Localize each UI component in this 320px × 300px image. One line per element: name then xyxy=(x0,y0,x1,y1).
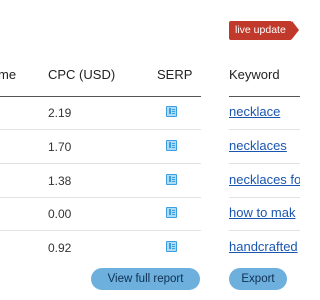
row-divider xyxy=(229,129,300,130)
row-divider xyxy=(0,197,201,198)
cpc-value: 0.00 xyxy=(48,207,72,221)
cpc-value: 1.70 xyxy=(48,140,72,154)
live-update-badge: live update xyxy=(229,21,299,40)
header-serp: SERP xyxy=(157,67,193,82)
keyword-link[interactable]: necklaces fo xyxy=(229,172,300,187)
row-divider xyxy=(229,163,300,164)
row-divider xyxy=(0,163,201,164)
header-keyword: Keyword xyxy=(229,67,280,82)
cpc-value: 2.19 xyxy=(48,106,72,120)
serp-icon[interactable] xyxy=(166,174,177,185)
serp-icon[interactable] xyxy=(166,207,177,218)
keyword-link[interactable]: handcrafted xyxy=(229,239,300,254)
serp-icon[interactable] xyxy=(166,140,177,151)
header-volume: me xyxy=(0,67,17,82)
keyword-link[interactable]: necklaces xyxy=(229,138,300,153)
export-button[interactable]: Export xyxy=(229,268,287,290)
cpc-value: 1.38 xyxy=(48,174,72,188)
serp-icon[interactable] xyxy=(166,106,177,117)
keyword-link[interactable]: how to mak xyxy=(229,205,300,220)
row-divider xyxy=(229,197,300,198)
keyword-widget: live update me CPC (USD) SERP Keyword 2.… xyxy=(0,0,300,300)
view-full-report-button[interactable]: View full report xyxy=(91,268,200,290)
header-divider-right xyxy=(229,96,300,97)
cpc-value: 0.92 xyxy=(48,241,72,255)
keyword-link[interactable]: necklace xyxy=(229,104,300,119)
header-cpc: CPC (USD) xyxy=(48,67,116,82)
row-divider xyxy=(0,230,201,231)
row-divider xyxy=(0,129,201,130)
header-divider-left xyxy=(0,96,201,97)
row-divider xyxy=(229,230,300,231)
serp-icon[interactable] xyxy=(166,241,177,252)
